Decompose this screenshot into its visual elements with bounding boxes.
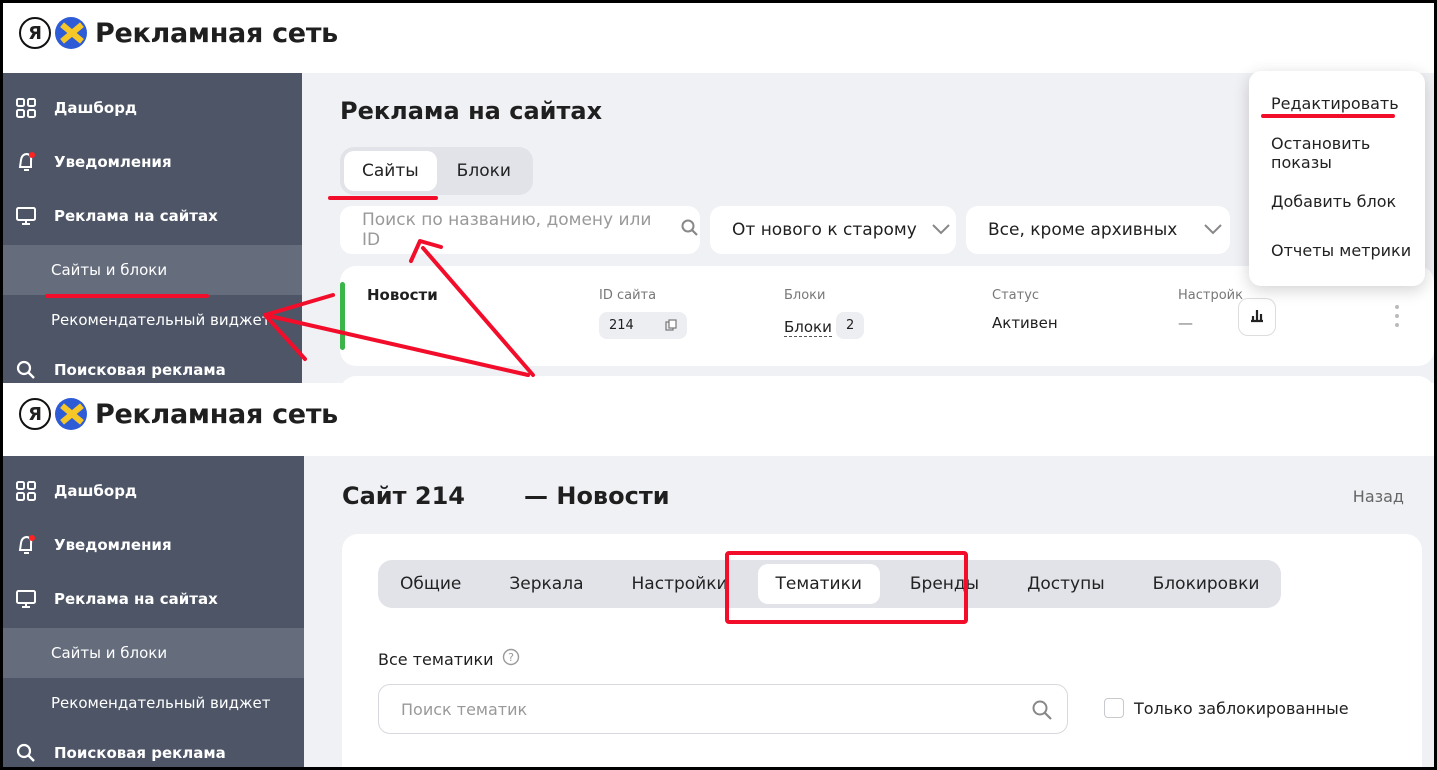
sidebar-item-label: Реклама на сайтах: [54, 590, 218, 608]
brand-name: Рекламная сеть: [95, 398, 338, 430]
globe-logo-icon: [55, 398, 87, 430]
annotation-box-topics-brands: [725, 551, 968, 624]
sidebar-item-label: Сайты и блоки: [51, 644, 168, 662]
search-icon: [14, 741, 38, 765]
sidebar-item-label: Уведомления: [54, 536, 172, 554]
page-title-site: Сайт 214: [342, 482, 465, 510]
sidebar-item-search-ads[interactable]: Поисковая реклама: [3, 728, 304, 767]
tab-mirrors[interactable]: Зеркала: [491, 564, 601, 604]
tab-general[interactable]: Общие: [382, 564, 479, 604]
annotation-arrows: [263, 239, 535, 377]
yandex-logo-icon: Я: [19, 398, 51, 430]
sidebar-item-dashboard[interactable]: Дашборд: [3, 466, 304, 516]
sidebar-item-recommendation-widget[interactable]: Рекомендательный виджет: [3, 678, 304, 728]
back-link[interactable]: Назад: [1353, 487, 1404, 506]
only-blocked-label: Только заблокированные: [1134, 698, 1349, 718]
sidebar-item-site-ads[interactable]: Реклама на сайтах: [3, 574, 304, 624]
bell-icon: [14, 533, 38, 557]
monitor-icon: [14, 587, 38, 611]
topics-search-placeholder: Поиск тематик: [401, 699, 528, 719]
sidebar-item-notifications[interactable]: Уведомления: [3, 520, 304, 570]
checkbox-box[interactable]: [1104, 698, 1124, 718]
tab-blocking[interactable]: Блокировки: [1135, 564, 1278, 604]
logo[interactable]: Я Рекламная сеть: [19, 398, 338, 430]
sidebar: Дашборд Уведомления Реклама на сайтах Са…: [3, 456, 304, 767]
sidebar-item-sites-blocks[interactable]: Сайты и блоки: [3, 628, 304, 678]
topics-header: Все тематики ?: [378, 648, 520, 670]
page-title-name: — Новости: [524, 482, 670, 510]
sidebar-item-label: Дашборд: [54, 482, 138, 500]
topics-label: Все тематики: [378, 649, 494, 669]
tab-access[interactable]: Доступы: [1009, 564, 1123, 604]
sites-list-screenshot: Я Рекламная сеть Дашборд Уведомления Рек…: [3, 3, 1434, 383]
svg-text:?: ?: [508, 651, 514, 664]
topics-search-input[interactable]: Поиск тематик: [378, 684, 1068, 734]
sidebar-item-label: Рекомендательный виджет: [51, 694, 271, 712]
only-blocked-checkbox[interactable]: Только заблокированные: [1104, 698, 1349, 718]
site-details-screenshot: Я Рекламная сеть Дашборд Уведомления Рек…: [3, 383, 1434, 767]
search-icon: [1031, 699, 1053, 725]
help-icon[interactable]: ?: [502, 648, 520, 670]
grid-icon: [14, 479, 38, 503]
sidebar-item-label: Поисковая реклама: [54, 744, 226, 762]
